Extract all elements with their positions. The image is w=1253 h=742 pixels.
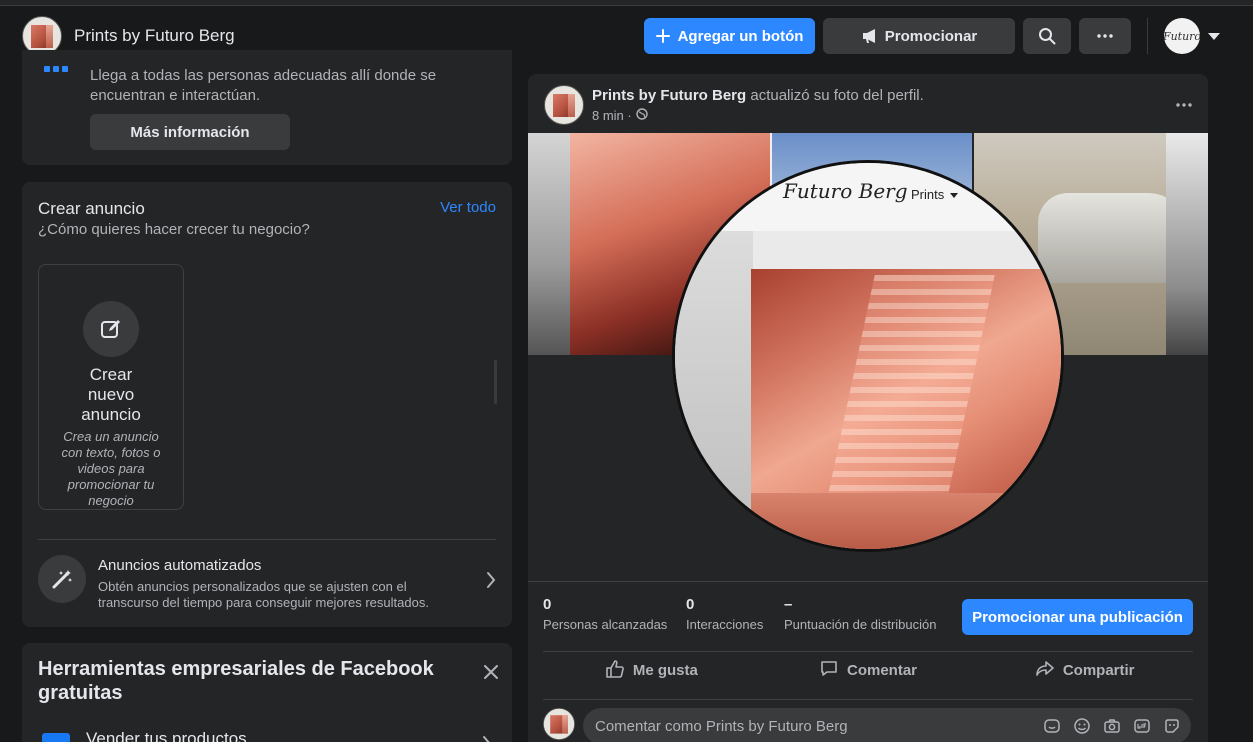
post-stats: 0 Personas alcanzadas 0 Interacciones – … — [528, 581, 1208, 651]
stat-label: Puntuación de distribución — [784, 617, 937, 632]
chevron-right-icon — [482, 735, 492, 742]
stat-reach: 0 Personas alcanzadas — [543, 596, 667, 632]
stat-label: Interacciones — [686, 617, 764, 632]
apps-icon — [44, 66, 68, 72]
header-divider — [1147, 18, 1148, 54]
carousel-scrollbar[interactable] — [494, 360, 497, 404]
sell-products-label[interactable]: Vender tus productos — [86, 729, 247, 742]
business-tools-title: Herramientas empresariales de Facebook g… — [38, 658, 434, 704]
account-avatar-text: Futuro — [1164, 29, 1200, 43]
like-icon — [605, 659, 625, 683]
edit-icon — [83, 301, 139, 357]
create-new-ad-tile[interactable]: Crear nuevo anuncio Crea un anuncio con … — [38, 264, 184, 510]
shop-icon — [42, 733, 70, 742]
promote-post-button[interactable]: Promocionar una publicación — [962, 599, 1193, 635]
comment-placeholder: Comentar como Prints by Futuro Berg — [595, 718, 848, 735]
globe-icon — [636, 108, 648, 123]
post-author-avatar[interactable] — [544, 85, 584, 125]
see-all-link[interactable]: Ver todo — [440, 199, 496, 216]
stat-value: 0 — [543, 596, 552, 613]
plus-icon — [655, 29, 670, 43]
stat-distribution: – Puntuación de distribución — [784, 596, 937, 632]
camera-icon[interactable] — [1103, 717, 1121, 740]
stat-value: – — [784, 596, 793, 613]
sticker-icon[interactable] — [1043, 717, 1061, 740]
promote-button[interactable]: Promocionar — [823, 18, 1015, 54]
reach-card: Llega a todas las personas adecuadas all… — [22, 50, 512, 165]
automated-ads-row[interactable]: Anuncios automatizados Obtén anuncios pe… — [38, 555, 496, 610]
gif-icon[interactable] — [1133, 717, 1151, 740]
more-info-button[interactable]: Más información — [90, 114, 290, 150]
post-author[interactable]: Prints by Futuro Berg — [592, 87, 746, 104]
create-new-ad-title: Crear nuevo anuncio — [81, 365, 141, 424]
comment-row: Comentar como Prints by Futuro Berg — [543, 699, 1193, 742]
post-meta: 8 min · — [592, 108, 648, 123]
more-button[interactable] — [1079, 18, 1131, 54]
search-button[interactable] — [1023, 18, 1071, 54]
profile-logo-text: Futuro Berg — [783, 179, 908, 203]
comment-icon — [819, 659, 839, 683]
more-icon — [1097, 34, 1113, 38]
share-icon — [1035, 659, 1055, 683]
create-ad-card: Crear anuncio Ver todo ¿Cómo quieres hac… — [22, 182, 512, 627]
comment-label: Comentar — [847, 662, 918, 679]
share-button[interactable]: Compartir — [976, 652, 1193, 689]
reach-description: Llega a todas las personas adecuadas all… — [90, 67, 437, 104]
search-icon — [1038, 27, 1056, 45]
stat-label: Personas alcanzadas — [543, 617, 668, 632]
stat-interactions: 0 Interacciones — [686, 596, 763, 632]
magic-wand-icon — [38, 555, 86, 603]
comment-button[interactable]: Comentar — [760, 652, 977, 689]
chevron-right-icon — [486, 571, 496, 594]
business-tools-card: Herramientas empresariales de Facebook g… — [22, 643, 512, 742]
megaphone-icon — [861, 28, 879, 44]
post-action: actualizó su foto del perfil. — [750, 87, 924, 104]
comment-input[interactable]: Comentar como Prints by Futuro Berg — [583, 708, 1191, 742]
share-label: Compartir — [1062, 662, 1135, 679]
stat-value: 0 — [686, 596, 695, 613]
like-label: Me gusta — [632, 662, 698, 679]
avatar-sticker-icon[interactable] — [1163, 717, 1181, 740]
account-avatar[interactable]: Futuro — [1164, 18, 1200, 54]
post-card: Prints by Futuro Berg actualizó su foto … — [528, 74, 1208, 742]
post-header: Prints by Futuro Berg actualizó su foto … — [592, 87, 924, 104]
automated-ads-title: Anuncios automatizados — [98, 557, 262, 574]
create-ad-title: Crear anuncio — [38, 199, 145, 218]
add-button[interactable]: Agregar un botón — [644, 18, 815, 54]
profile-menu-text: Prints — [911, 187, 958, 202]
promote-button-label: Promocionar — [884, 27, 978, 45]
emoji-icon[interactable] — [1073, 717, 1091, 740]
divider — [38, 539, 496, 540]
commenter-avatar[interactable] — [543, 708, 575, 740]
automated-ads-desc: Obtén anuncios personalizados que se aju… — [98, 579, 429, 610]
post-options-icon[interactable] — [1176, 94, 1192, 112]
post-actions: Me gusta Comentar Compartir — [543, 651, 1193, 689]
post-time[interactable]: 8 min · — [592, 108, 632, 123]
caret-down-icon[interactable] — [1208, 32, 1220, 40]
create-ad-subtitle: ¿Cómo quieres hacer crecer tu negocio? — [38, 221, 310, 238]
page-name[interactable]: Prints by Futuro Berg — [74, 26, 235, 46]
post-media[interactable]: Futuro Berg Prints — [528, 133, 1208, 581]
add-button-label: Agregar un botón — [677, 27, 804, 45]
like-button[interactable]: Me gusta — [543, 652, 760, 689]
comment-tools — [1043, 717, 1181, 740]
create-new-ad-desc: Crea un anuncio con texto, fotos o video… — [61, 429, 161, 508]
profile-photo: Futuro Berg Prints — [672, 160, 1064, 552]
close-icon[interactable] — [484, 665, 498, 684]
